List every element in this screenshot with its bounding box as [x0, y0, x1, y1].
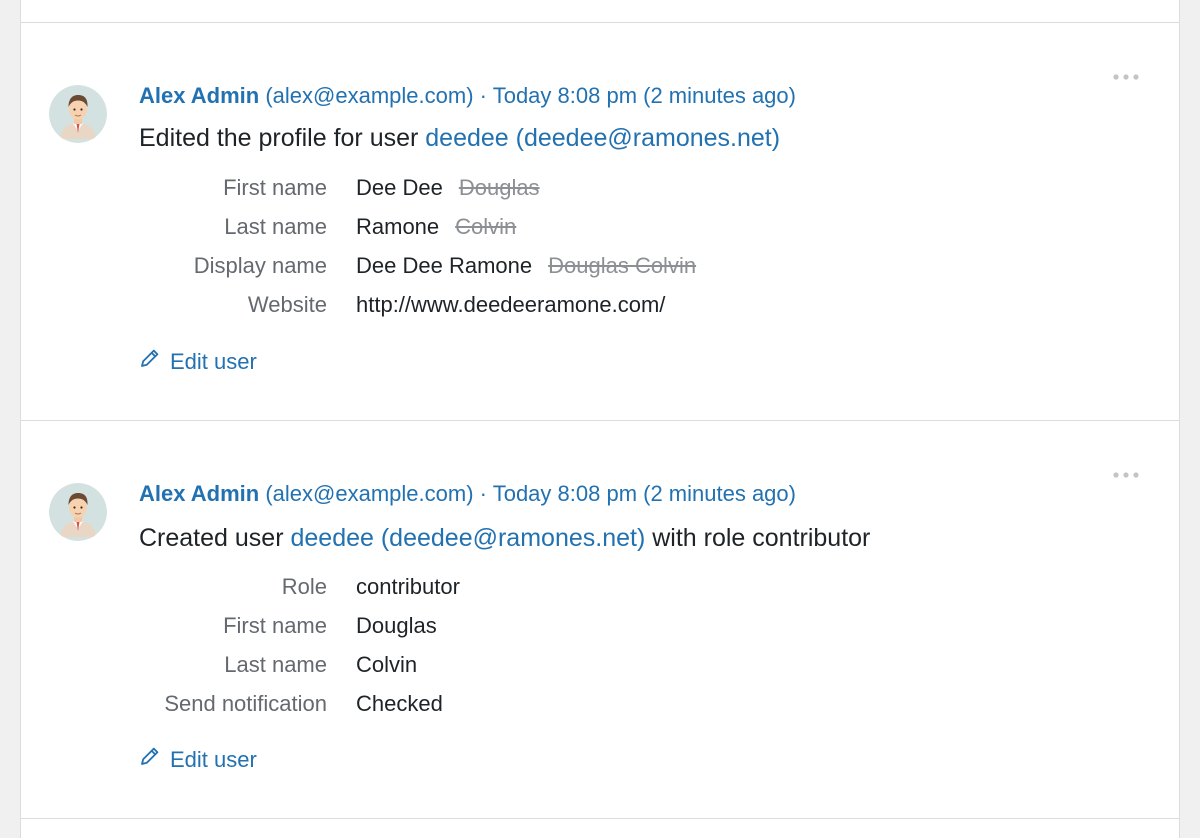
edit-user-button[interactable]: Edit user [139, 347, 257, 376]
entry-time-link[interactable]: Today 8:08 pm (2 minutes ago) [493, 83, 796, 108]
new-value: Dee Dee Ramone [356, 252, 533, 278]
edit-user-label: Edit user [170, 348, 257, 374]
detail-label: First name [223, 612, 327, 638]
meta-separator: · [479, 83, 487, 108]
new-value: Ramone [356, 213, 440, 239]
entry-meta: Alex Admin (alex@example.com) · Today 8:… [139, 82, 796, 110]
detail-value: Douglas [356, 612, 437, 638]
message-text: Created user [139, 524, 284, 552]
detail-row: Last name Colvin [139, 645, 460, 684]
detail-value: Checked [356, 690, 443, 716]
detail-value: Dee Dee Ramone Douglas Colvin [356, 246, 696, 285]
detail-label: Website [247, 291, 327, 317]
entry-divider [21, 420, 1179, 421]
entry-details: Role contributor First name Douglas Last… [139, 567, 460, 723]
detail-value: Ramone Colvin [356, 207, 696, 246]
detail-label: Role [281, 573, 327, 599]
detail-row: First name Douglas [139, 606, 460, 645]
detail-row: Send notification Checked [139, 684, 460, 723]
entry-details: First name Dee Dee Douglas Last name Ramo… [139, 168, 696, 324]
message-text-suffix: with role contributor [652, 524, 871, 552]
activity-log-panel: Alex Admin (alex@example.com) · Today 8:… [20, 0, 1180, 838]
edit-user-button[interactable]: Edit user [139, 745, 257, 774]
detail-row: Display name Dee Dee Ramone Douglas Colvi… [139, 246, 696, 285]
more-options-icon[interactable] [1111, 69, 1141, 80]
entry-divider [21, 22, 1179, 23]
new-value: http://www.deedeeramone.com/ [356, 291, 666, 317]
new-value: Dee Dee [356, 174, 443, 200]
detail-value: http://www.deedeeramone.com/ [356, 285, 696, 324]
detail-value: Dee Dee Douglas [356, 168, 696, 207]
entry-divider [21, 818, 1179, 819]
entry-message: Edited the profile for user deedee (deed… [139, 122, 780, 154]
detail-row: Website http://www.deedeeramone.com/ [139, 285, 696, 324]
more-options-icon[interactable] [1111, 467, 1141, 478]
detail-row: First name Dee Dee Douglas [139, 168, 696, 207]
pencil-icon [139, 745, 161, 774]
detail-row: Last name Ramone Colvin [139, 207, 696, 246]
detail-label: Display name [193, 252, 327, 278]
entry-time-link[interactable]: Today 8:08 pm (2 minutes ago) [493, 481, 796, 506]
detail-value: contributor [356, 573, 460, 599]
old-value: Douglas Colvin [548, 252, 697, 278]
author-email: (alex@example.com) [265, 481, 474, 506]
avatar [49, 85, 107, 143]
user-link[interactable]: deedee (deedee@ramones.net) [425, 124, 780, 152]
author-name-link[interactable]: Alex Admin [139, 83, 259, 108]
detail-label: Send notification [164, 690, 327, 716]
meta-separator: · [479, 481, 487, 506]
entry-message: Created user deedee (deedee@ramones.net)… [139, 522, 870, 554]
entry-meta: Alex Admin (alex@example.com) · Today 8:… [139, 480, 796, 508]
detail-row: Role contributor [139, 567, 460, 606]
edit-user-label: Edit user [170, 746, 257, 772]
detail-value: Colvin [356, 651, 418, 677]
old-value: Douglas [458, 174, 540, 200]
old-value: Colvin [455, 213, 517, 239]
detail-label: Last name [224, 213, 327, 239]
pencil-icon [139, 347, 161, 376]
author-email: (alex@example.com) [265, 83, 474, 108]
message-text: Edited the profile for user [139, 124, 419, 152]
author-name-link[interactable]: Alex Admin [139, 481, 259, 506]
detail-label: Last name [224, 651, 327, 677]
detail-label: First name [223, 174, 327, 200]
avatar [49, 483, 107, 541]
user-link[interactable]: deedee (deedee@ramones.net) [290, 524, 645, 552]
